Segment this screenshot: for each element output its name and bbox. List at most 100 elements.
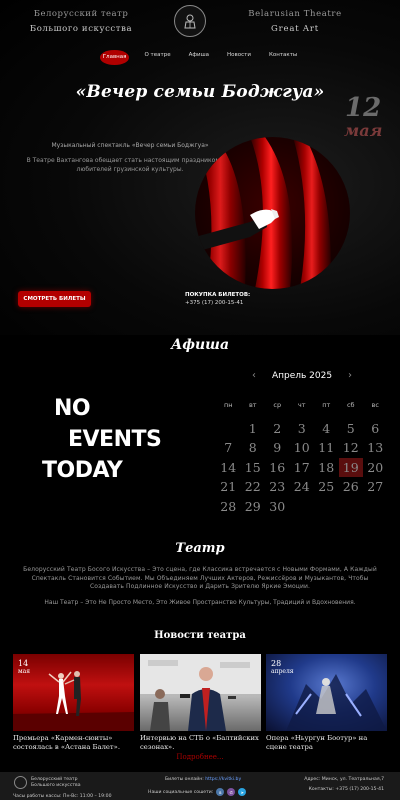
header-right-line2: Great Art: [271, 24, 319, 34]
header-left-line2: Большого искусства: [29, 24, 133, 34]
weekday-label: пт: [322, 401, 331, 409]
header-left-title: Белорусский театр Большого искусства: [22, 9, 140, 34]
news-date: 14 мая: [18, 657, 30, 676]
calendar-day[interactable]: 12: [339, 438, 364, 458]
weekday-label: сб: [346, 401, 355, 409]
calendar: ‹ Апрель 2025 › пн вт ср чт пт сб вс 123…: [216, 366, 388, 514]
news-caption[interactable]: Премьера «Кармен-сюиты» состоялась в «Ас…: [13, 734, 134, 752]
no-events-banner: NO EVENTS TODAY: [42, 393, 182, 486]
calendar-day[interactable]: 17: [290, 458, 315, 478]
calendar-day[interactable]: 10: [290, 438, 315, 458]
header-right-line1: Belarusian Theatre: [248, 9, 342, 19]
calendar-day[interactable]: 15: [241, 458, 266, 478]
footer-tickets: Билеты онлайн: https://kvitki.by: [165, 777, 241, 782]
footer-theatre-name: Белорусский театр Большого искусства: [31, 777, 81, 789]
calendar-day[interactable]: 5: [339, 419, 364, 439]
footer-social: Наши социальные сошети: в ✆ ➤: [148, 788, 247, 796]
footer-logo-icon[interactable]: [14, 776, 27, 789]
footer-tickets-label: Билеты онлайн:: [165, 777, 204, 782]
event-date-day: 12: [345, 93, 382, 123]
afisha-title: Афиша: [170, 337, 230, 353]
news-image-opera[interactable]: 28 апреля: [266, 654, 387, 731]
news-date: 28 апреля: [271, 657, 294, 676]
calendar-day[interactable]: 7: [216, 438, 241, 458]
calendar-day[interactable]: 18: [314, 458, 339, 478]
calendar-day[interactable]: 22: [241, 477, 266, 497]
view-tickets-button[interactable]: СМОТРЕТЬ БИЛЕТЫ: [18, 291, 91, 307]
buy-tickets-label: ПОКУПКА БИЛЕТОВ:: [185, 292, 251, 298]
calendar-day[interactable]: 6: [363, 419, 388, 439]
calendar-empty-cell: [314, 497, 339, 517]
calendar-grid: пн вт ср чт пт сб вс 1 2 3 4 5 6 7 8 9 10 11 12 13 14…: [216, 399, 388, 516]
nav-item-afisha[interactable]: Афиша: [186, 50, 212, 65]
calendar-empty-cell: [363, 497, 388, 517]
calendar-day[interactable]: 11: [314, 438, 339, 458]
calendar-empty-cell: [339, 497, 364, 517]
nav-item-about[interactable]: О театре: [141, 50, 173, 65]
footer-social-label: Наши социальные сошети:: [148, 789, 214, 795]
calendar-day[interactable]: 25: [314, 477, 339, 497]
news-date-month: апреля: [271, 668, 294, 675]
news-image-ballet[interactable]: 14 мая: [13, 654, 134, 731]
calendar-day[interactable]: 14: [216, 458, 241, 478]
calendar-weekdays: пн вт ср чт пт сб вс: [216, 399, 388, 419]
header-left-line1: Белорусский театр: [33, 9, 129, 19]
calendar-day[interactable]: 28: [216, 497, 241, 517]
footer-contacts[interactable]: Контакты: +375 (17) 200-15-41: [309, 787, 384, 792]
news-caption[interactable]: Интервью на СТБ о «Балтийских сезонах».: [140, 734, 261, 752]
hero-section: Белорусский театр Большого искусства Bel…: [0, 0, 400, 335]
calendar-empty-cell: [216, 419, 241, 439]
calendar-day[interactable]: 19: [338, 457, 363, 477]
telegram-icon[interactable]: ➤: [238, 788, 247, 796]
calendar-day[interactable]: 30: [265, 497, 290, 517]
calendar-day[interactable]: 16: [265, 458, 290, 478]
no-events-line: NO: [54, 396, 91, 421]
calendar-day[interactable]: 23: [265, 477, 290, 497]
news-more-link[interactable]: Подробнее...: [0, 753, 400, 761]
vk-icon[interactable]: в: [216, 788, 225, 796]
nav-item-news[interactable]: Новости: [224, 50, 254, 65]
calendar-day[interactable]: 27: [363, 477, 388, 497]
calendar-day[interactable]: 4: [314, 419, 339, 439]
calendar-day[interactable]: 29: [241, 497, 266, 517]
calendar-month-label: Апрель 2025: [271, 371, 333, 381]
hero-description-title: Музыкальный спектакль «Вечер семьи Боджг…: [51, 142, 209, 149]
footer-tickets-link[interactable]: https://kvitki.by: [205, 777, 241, 782]
calendar-day[interactable]: 21: [216, 477, 241, 497]
calendar-day[interactable]: 24: [290, 477, 315, 497]
main-nav: Главная О театре Афиша Новости Контакты: [0, 50, 400, 65]
news-image-interview[interactable]: [140, 654, 261, 731]
calendar-day[interactable]: 9: [265, 438, 290, 458]
news-title: Новости театра: [154, 630, 246, 641]
calendar-next-icon[interactable]: ›: [348, 366, 352, 386]
news-caption[interactable]: Опера «Ньургун Боотур» на сцене театра: [266, 734, 387, 752]
no-events-line: TODAY: [42, 458, 123, 483]
calendar-day[interactable]: 13: [363, 438, 388, 458]
calendar-prev-icon[interactable]: ‹: [252, 366, 256, 386]
calendar-day[interactable]: 1: [241, 419, 266, 439]
nav-item-contacts[interactable]: Контакты: [266, 50, 300, 65]
theatre-title: Театр: [175, 541, 225, 556]
calendar-day[interactable]: 20: [363, 458, 388, 478]
footer: Белорусский театр Большого искусства Час…: [0, 772, 400, 800]
calendar-day[interactable]: 8: [241, 438, 266, 458]
theatre-description-2: Наш Театр – Это Не Просто Место, Это Жив…: [44, 599, 356, 606]
hero-title: «Вечер семьи Боджгуа»: [75, 82, 325, 102]
theatre-logo-icon[interactable]: [174, 5, 206, 37]
calendar-week-row: 21 22 23 24 25 26 27: [216, 477, 388, 497]
footer-hours: Часы работы кассы: Пн-Вс: 11:00 – 19:00: [13, 794, 112, 799]
news-date-day: 14: [18, 659, 29, 668]
news-card[interactable]: 14 мая Премьера «Кармен-сюиты» состоялас…: [13, 654, 134, 752]
calendar-day[interactable]: 3: [290, 419, 315, 439]
news-card[interactable]: Интервью на СТБ о «Балтийских сезонах».: [140, 654, 261, 752]
calendar-day[interactable]: 2: [265, 419, 290, 439]
news-date-month: мая: [18, 668, 31, 675]
viber-icon[interactable]: ✆: [227, 788, 236, 796]
buy-tickets-phone[interactable]: +375 (17) 200-15-41: [185, 300, 243, 306]
news-date-day: 28: [271, 659, 282, 668]
weekday-label: пн: [224, 401, 233, 409]
weekday-label: вс: [371, 401, 379, 409]
nav-item-home[interactable]: Главная: [99, 50, 130, 65]
news-card[interactable]: 28 апреля Опера «Ньургун Боотур» на сцен…: [266, 654, 387, 752]
calendar-day[interactable]: 26: [339, 477, 364, 497]
